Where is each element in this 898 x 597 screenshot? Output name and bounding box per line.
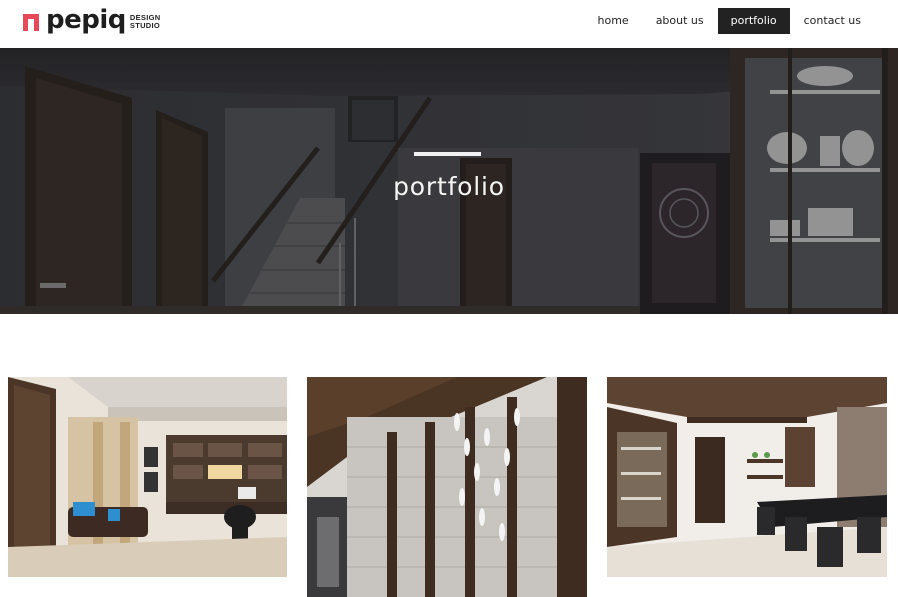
- nav-item-portfolio[interactable]: portfolio: [717, 8, 790, 34]
- logo-mark-icon: [22, 12, 42, 32]
- nav-item-contact-us[interactable]: contact us: [791, 8, 874, 34]
- portfolio-image-living-room[interactable]: [8, 377, 287, 577]
- main-nav: home about us portfolio contact us: [584, 8, 875, 34]
- nav-item-about-us[interactable]: about us: [643, 8, 717, 34]
- hero-divider: [414, 152, 481, 156]
- portfolio-image-feature-wall[interactable]: [307, 377, 587, 597]
- dining-area-image: [607, 377, 887, 577]
- brand-name: pepiq: [46, 5, 126, 35]
- site-header: pepiq DESIGN STUDIO home about us portfo…: [0, 0, 898, 48]
- page-title: portfolio: [393, 172, 505, 201]
- brand-tagline-line2: STUDIO: [129, 21, 161, 30]
- brand-logo[interactable]: pepiq DESIGN STUDIO: [22, 7, 160, 37]
- nav-item-home[interactable]: home: [585, 8, 642, 34]
- brand-tagline: DESIGN STUDIO: [130, 14, 161, 30]
- living-room-image: [8, 377, 287, 577]
- hero-banner: portfolio: [0, 48, 898, 314]
- feature-wall-image: [307, 377, 587, 597]
- portfolio-image-dining-area[interactable]: [607, 377, 887, 577]
